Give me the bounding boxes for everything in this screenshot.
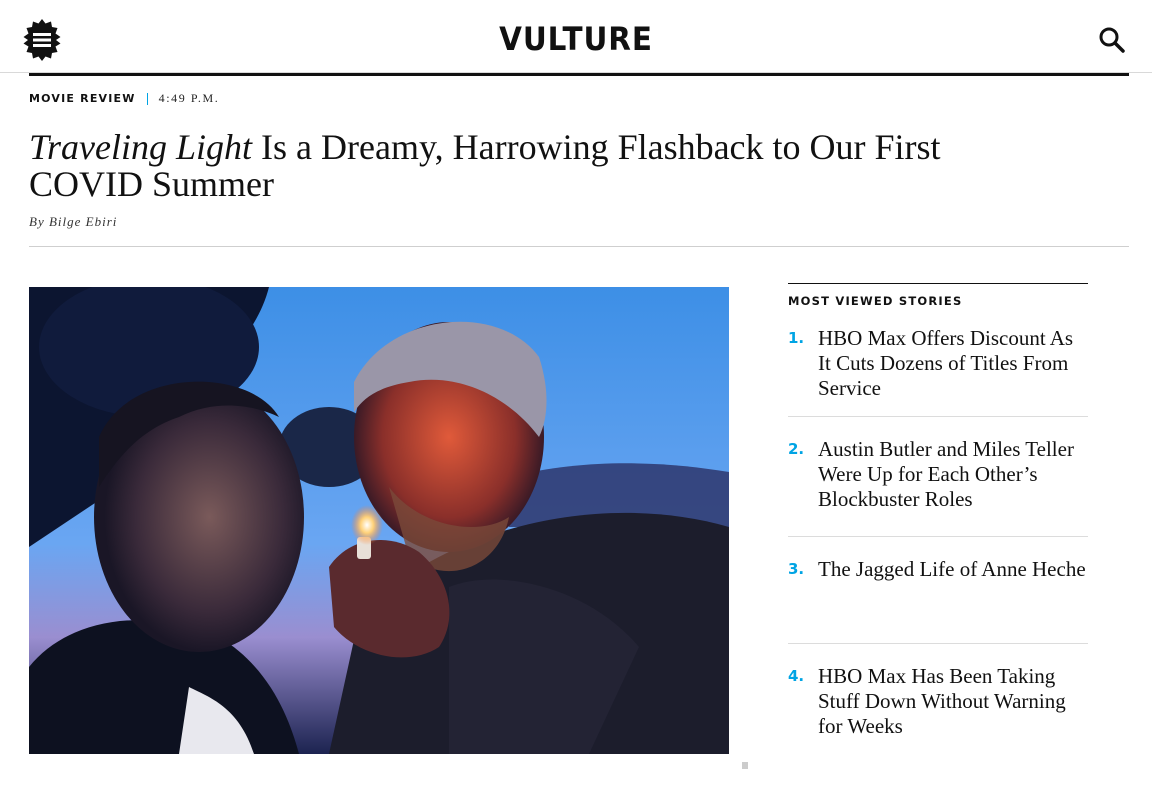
- site-header: VULTURE: [0, 0, 1152, 73]
- search-button[interactable]: [1098, 26, 1126, 54]
- story-number: 3.: [788, 560, 805, 578]
- header-thick-rule: [29, 73, 1129, 76]
- hero-photo-illustration: [29, 287, 729, 754]
- search-icon: [1099, 27, 1125, 53]
- story-title-link[interactable]: Austin Butler and Miles Teller Were Up f…: [818, 437, 1088, 536]
- story-number: 2.: [788, 440, 805, 458]
- story-title-link[interactable]: The Jagged Life of Anne Heche: [818, 557, 1086, 643]
- story-title-link[interactable]: HBO Max Has Been Taking Stuff Down Witho…: [818, 664, 1088, 764]
- hero-image: [29, 287, 729, 754]
- sidebar-title: MOST VIEWED STORIES: [788, 294, 963, 308]
- byline[interactable]: By Bilge Ebiri: [29, 214, 117, 230]
- meta-separator: [146, 92, 148, 105]
- scroll-indicator: [742, 762, 748, 769]
- story-number: 4.: [788, 667, 805, 685]
- story-title-link[interactable]: HBO Max Offers Discount As It Cuts Dozen…: [818, 326, 1088, 416]
- most-viewed-item[interactable]: 2. Austin Butler and Miles Teller Were U…: [788, 437, 1088, 537]
- page-title: Traveling Light Is a Dreamy, Harrowing F…: [29, 129, 959, 203]
- rubric-link[interactable]: MOVIE REVIEW: [29, 92, 136, 105]
- site-logo[interactable]: VULTURE: [46, 20, 1106, 58]
- most-viewed-item[interactable]: 3. The Jagged Life of Anne Heche: [788, 557, 1088, 644]
- most-viewed-sidebar: MOST VIEWED STORIES 1. HBO Max Offers Di…: [788, 283, 1088, 764]
- headline-film-title: Traveling Light: [29, 127, 253, 167]
- article-meta: MOVIE REVIEW 4:49 P.M.: [29, 91, 219, 106]
- most-viewed-item[interactable]: 1. HBO Max Offers Discount As It Cuts Do…: [788, 326, 1088, 417]
- most-viewed-item[interactable]: 4. HBO Max Has Been Taking Stuff Down Wi…: [788, 664, 1088, 764]
- publish-time: 4:49 P.M.: [158, 91, 220, 105]
- story-number: 1.: [788, 329, 805, 347]
- sidebar-top-rule: [788, 283, 1088, 284]
- byline-divider: [29, 246, 1129, 247]
- most-viewed-list: 1. HBO Max Offers Discount As It Cuts Do…: [788, 326, 1088, 764]
